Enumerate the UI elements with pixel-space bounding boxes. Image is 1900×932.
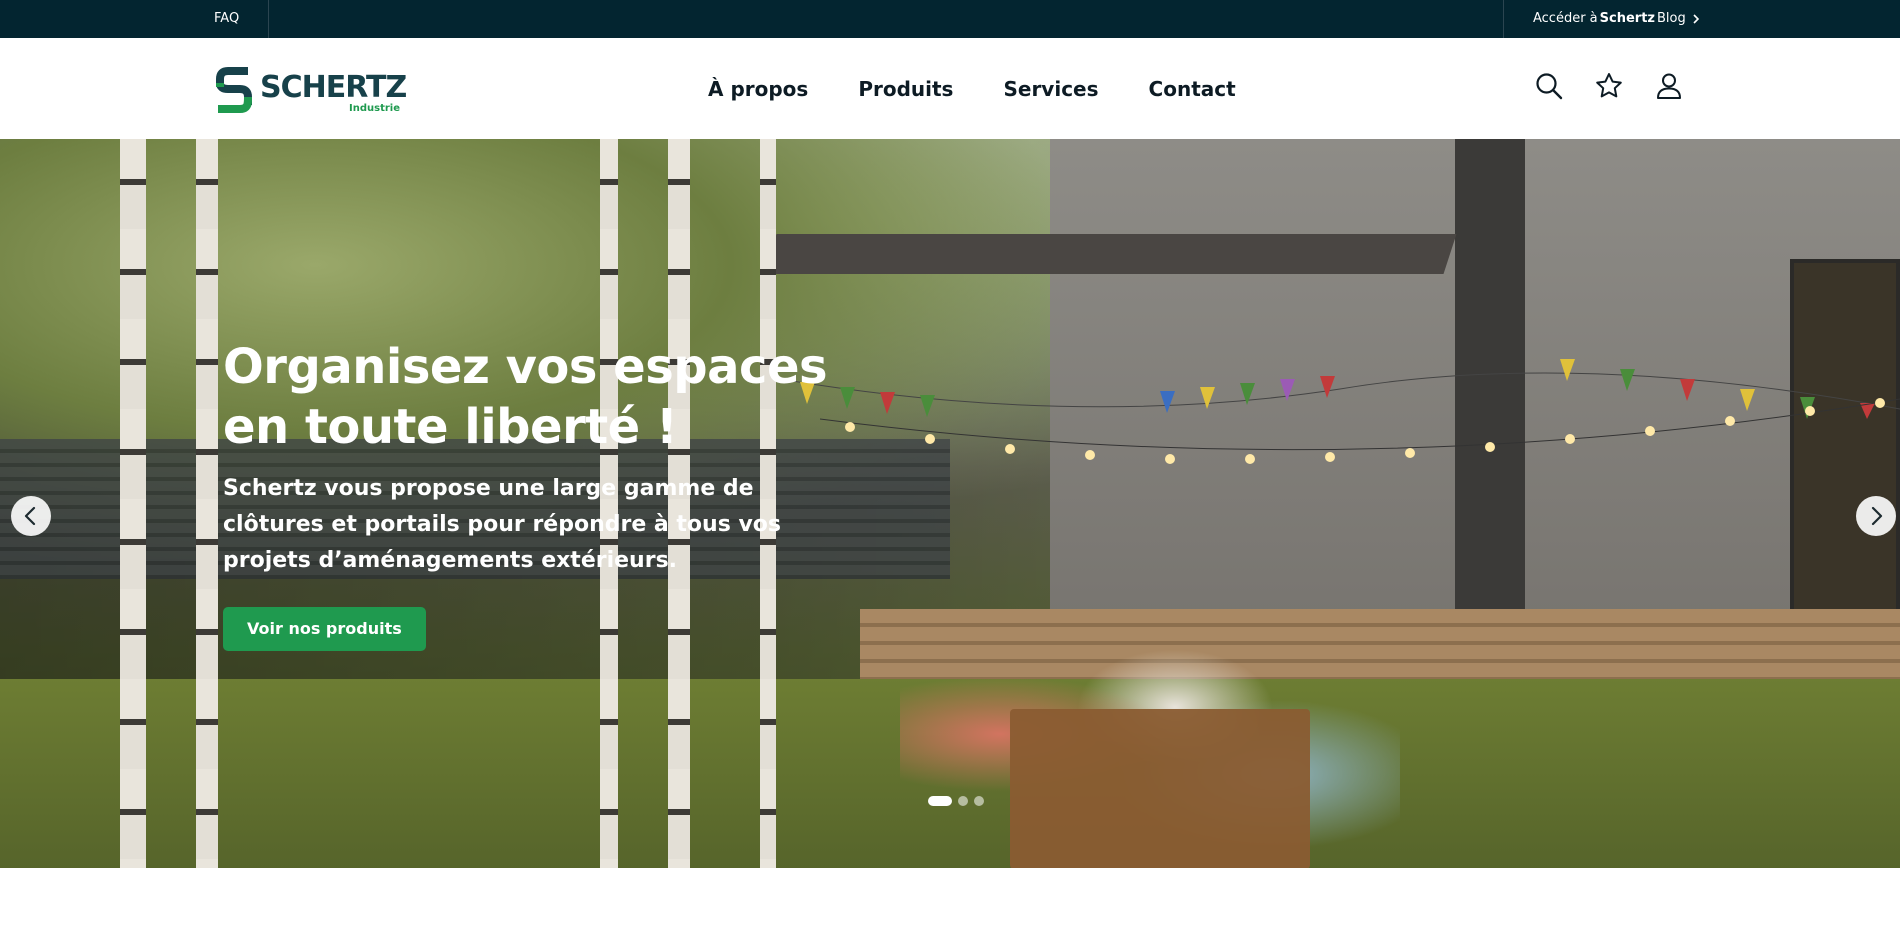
header-actions [1534, 71, 1684, 101]
logo-brand: SCHERTZ [260, 70, 407, 105]
blog-link[interactable]: Accéder à Schertz Blog [1533, 0, 1702, 38]
user-icon[interactable] [1654, 71, 1684, 101]
hero-title-line2: en toute liberté ! [223, 399, 678, 455]
hero-title-line1: Organisez vos espaces [223, 339, 828, 395]
nav-item-a-propos[interactable]: À propos [708, 77, 808, 101]
hero-photo-birch [120, 139, 146, 868]
blog-link-prefix: Accéder à [1533, 11, 1598, 26]
search-icon[interactable] [1534, 71, 1564, 101]
blog-link-brand: Schertz [1599, 11, 1655, 26]
hero-photo-birch [196, 139, 218, 868]
slider-prev-button[interactable] [11, 496, 51, 536]
hero-slider: Organisez vos espaces en toute liberté !… [0, 139, 1900, 868]
hero-content: Organisez vos espaces en toute liberté !… [223, 337, 923, 651]
nav-item-produits[interactable]: Produits [858, 77, 953, 101]
view-products-button[interactable]: Voir nos produits [223, 607, 426, 651]
chevron-left-icon [24, 506, 36, 526]
hero-photo-string-lights [820, 398, 1900, 464]
logo-mark-icon [216, 67, 253, 113]
slider-dot-1[interactable] [928, 796, 952, 806]
hero-photo-table [1010, 709, 1310, 868]
chevron-right-icon [1871, 506, 1883, 526]
logo-wordmark: SCHERTZ Industrie [260, 65, 407, 115]
site-header: SCHERTZ Industrie À propos Produits Serv… [0, 38, 1900, 139]
slider-next-button[interactable] [1856, 496, 1896, 536]
star-icon[interactable] [1594, 71, 1624, 101]
nav-item-contact[interactable]: Contact [1149, 77, 1236, 101]
topbar-divider [268, 0, 269, 38]
chevron-right-icon [1693, 14, 1699, 24]
hero-title: Organisez vos espaces en toute liberté ! [223, 337, 923, 457]
logo[interactable]: SCHERTZ Industrie [214, 64, 407, 116]
logo-sub: Industrie [349, 103, 400, 114]
hero-photo-roof [763, 234, 1457, 274]
blog-link-suffix: Blog [1657, 11, 1686, 26]
faq-link[interactable]: FAQ [214, 0, 239, 38]
slider-pagination [928, 796, 984, 806]
slider-dot-2[interactable] [958, 796, 968, 806]
nav-item-services[interactable]: Services [1003, 77, 1098, 101]
top-bar: FAQ Accéder à Schertz Blog [0, 0, 1900, 38]
slider-dot-3[interactable] [974, 796, 984, 806]
main-nav: À propos Produits Services Contact [708, 38, 1286, 139]
hero-description: Schertz vous propose une large gamme de … [223, 476, 782, 573]
topbar-divider [1503, 0, 1504, 38]
